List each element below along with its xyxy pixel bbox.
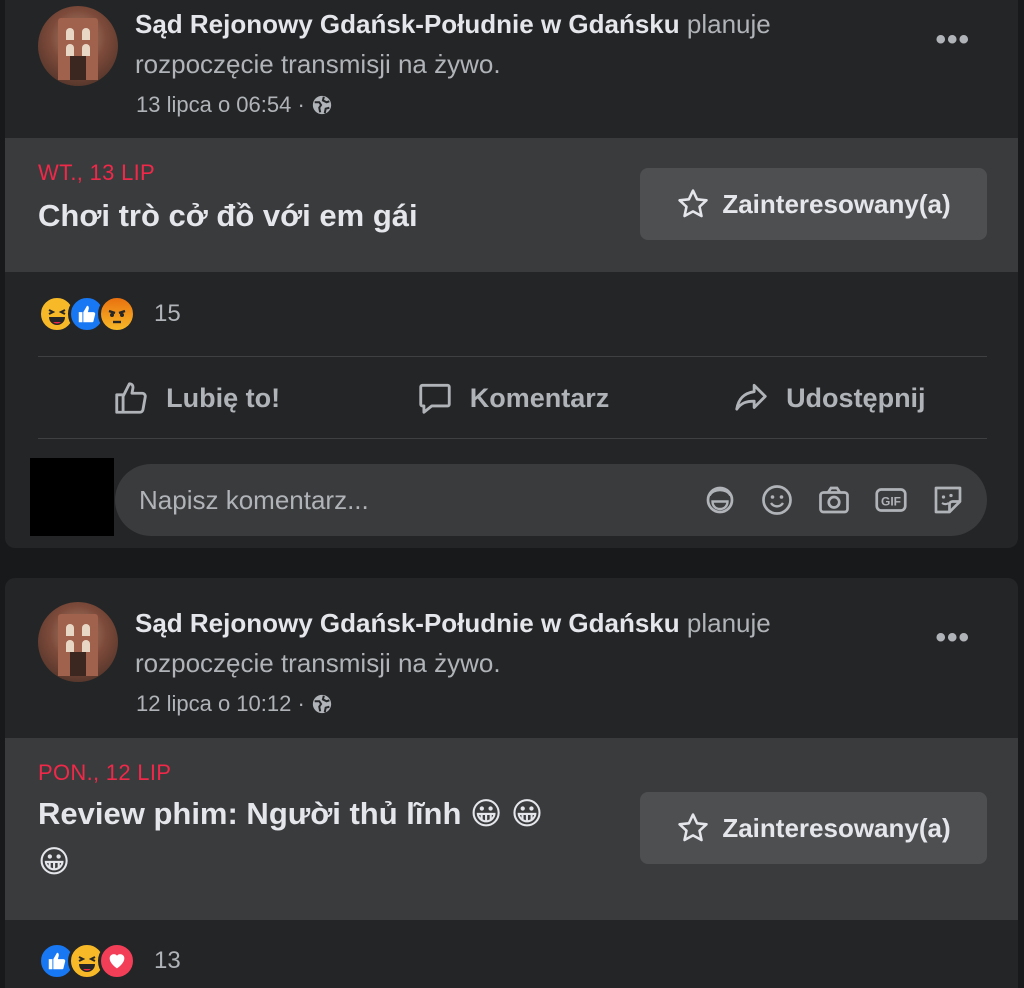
gif-icon[interactable]: GIF	[873, 482, 909, 518]
headline-text-2: rozpoczęcie transmisji na żywo.	[135, 49, 501, 79]
page-avatar[interactable]	[38, 6, 118, 86]
like-label: Lubię to!	[166, 382, 281, 413]
comment-input[interactable]: Napisz komentarz... GIF	[115, 464, 987, 536]
post-meta: 13 lipca o 06:54 ·	[136, 92, 333, 118]
reaction-count[interactable]: 13	[154, 947, 181, 975]
post-meta: 12 lipca o 10:12 ·	[136, 691, 333, 717]
post-header: Sąd Rejonowy Gdańsk-Południe w Gdańsku p…	[5, 578, 1018, 728]
comment-button[interactable]: Komentarz	[354, 358, 670, 438]
user-avatar[interactable]	[30, 458, 114, 536]
headline-text: planuje	[686, 608, 771, 638]
post-headline: Sąd Rejonowy Gdańsk-Południe w Gdańsku p…	[135, 4, 875, 84]
more-options-icon[interactable]: •••	[935, 25, 970, 55]
post-timestamp[interactable]: 13 lipca o 06:54 ·	[136, 92, 305, 118]
svg-text:GIF: GIF	[881, 494, 901, 508]
camera-icon[interactable]	[816, 482, 852, 518]
post-headline: Sąd Rejonowy Gdańsk-Południe w Gdańsku p…	[135, 603, 875, 683]
globe-icon	[311, 94, 333, 116]
more-options-icon[interactable]: •••	[935, 623, 970, 653]
event-title-line-1[interactable]: Review phim: Người thủ lĩnh 😀 😀	[38, 792, 543, 836]
event-date: WT., 13 LIP	[38, 160, 156, 185]
share-button[interactable]: Udostępnij	[671, 358, 987, 438]
globe-icon	[311, 693, 333, 715]
share-label: Udostępnij	[786, 382, 926, 413]
interested-button[interactable]: Zainteresowany(a)	[640, 792, 987, 864]
headline-text-2: rozpoczęcie transmisji na żywo.	[135, 648, 501, 678]
avatar-sticker-icon[interactable]	[702, 482, 738, 518]
thumbs-up-icon	[115, 382, 147, 414]
love-reaction-icon	[98, 942, 136, 980]
comment-bubble-icon	[419, 383, 451, 414]
share-arrow-icon	[735, 383, 767, 411]
headline-text: planuje	[686, 9, 771, 39]
event-banner[interactable]: WT., 13 LIP Chơi trò cở đồ với em gái Za…	[5, 138, 1018, 272]
post-header: Sąd Rejonowy Gdańsk-Południe w Gdańsku p…	[5, 0, 1018, 138]
comment-label: Komentarz	[469, 382, 610, 413]
event-date: PON., 12 LIP	[38, 760, 172, 785]
divider	[38, 356, 987, 357]
interested-button[interactable]: Zainteresowany(a)	[640, 168, 987, 240]
post-card: Sąd Rejonowy Gdańsk-Południe w Gdańsku p…	[5, 0, 1018, 548]
page-name-link[interactable]: Sąd Rejonowy Gdańsk-Południe w Gdańsku	[135, 9, 680, 39]
interested-label: Zainteresowany(a)	[722, 812, 951, 843]
page-avatar[interactable]	[38, 602, 118, 682]
reaction-count[interactable]: 15	[154, 300, 181, 328]
post-timestamp[interactable]: 12 lipca o 10:12 ·	[136, 691, 305, 717]
comment-composer: Napisz komentarz... GIF	[5, 458, 1018, 538]
reaction-summary[interactable]: 13	[38, 942, 181, 980]
angry-reaction-icon	[98, 295, 136, 333]
comment-placeholder: Napisz komentarz...	[139, 484, 369, 515]
post-actions: Lubię to! Komentarz Udostępnij	[38, 358, 987, 438]
star-icon	[678, 189, 709, 218]
event-banner[interactable]: PON., 12 LIP Review phim: Người thủ lĩnh…	[5, 738, 1018, 920]
sticker-icon[interactable]	[930, 482, 966, 518]
event-title[interactable]: Chơi trò cở đồ với em gái	[38, 194, 418, 238]
page-name-link[interactable]: Sąd Rejonowy Gdańsk-Południe w Gdańsku	[135, 608, 680, 638]
interested-label: Zainteresowany(a)	[722, 188, 951, 219]
post-card: Sąd Rejonowy Gdańsk-Południe w Gdańsku p…	[5, 578, 1018, 988]
like-button[interactable]: Lubię to!	[38, 358, 354, 438]
event-title-line-2[interactable]: 😀	[38, 840, 70, 884]
divider	[38, 438, 987, 439]
reaction-summary[interactable]: 15	[38, 295, 181, 333]
star-icon	[678, 813, 709, 842]
emoji-icon[interactable]	[759, 482, 795, 518]
